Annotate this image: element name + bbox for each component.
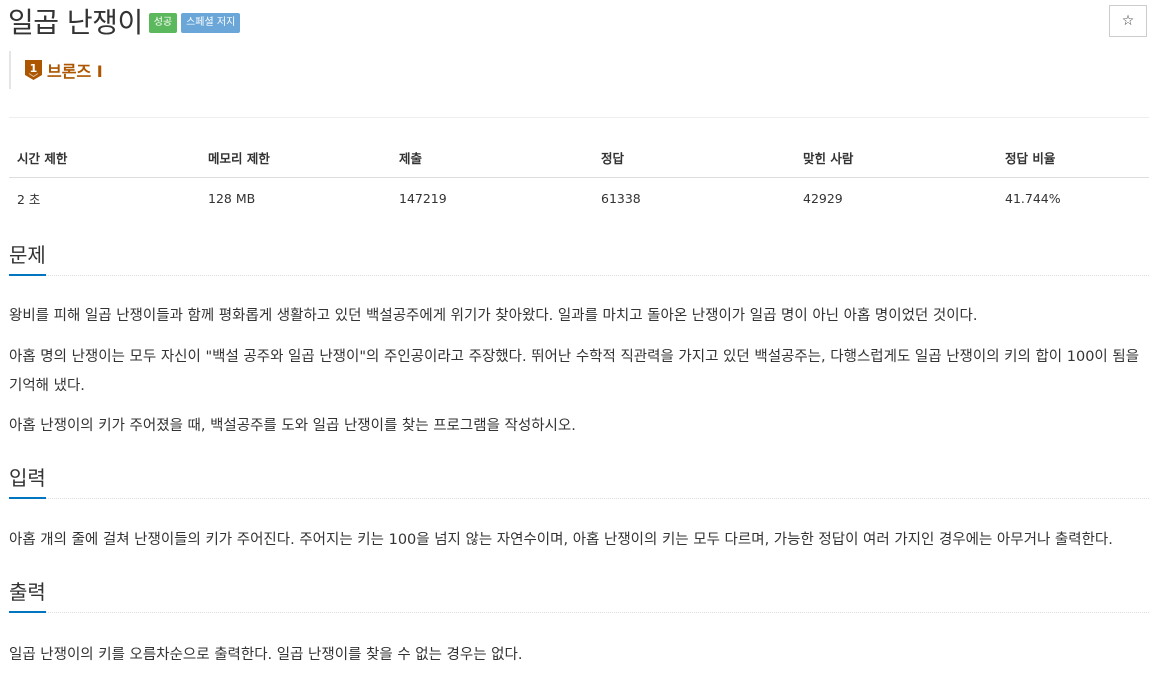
problem-info-table: 시간 제한 메모리 제한 제출 정답 맞힌 사람 정답 비율 2 초 128 M… [9,139,1149,219]
solved-users-value: 42929 [803,191,843,206]
star-icon: ☆ [1121,13,1135,29]
memory-limit-value: 128 MB [208,191,256,206]
section-rule [9,612,1149,613]
header-submissions: 제출 [391,139,593,178]
star-button[interactable]: ☆ [1109,5,1147,37]
page-title: 일곱 난쟁이 [8,6,143,39]
input-heading: 입력 [9,465,46,499]
header-time-limit: 시간 제한 [9,139,200,178]
divider [9,117,1149,118]
description-section-heading: 문제 [9,242,1149,276]
title-row: 일곱 난쟁이 성공 스페셜 저지 [8,4,241,42]
output-section-heading: 출력 [9,579,1149,613]
description-paragraph: 왕비를 피해 일곱 난쟁이들과 함께 평화롭게 생활하고 있던 백설공주에게 위… [9,308,978,324]
output-paragraph: 일곱 난쟁이의 키를 오름차순으로 출력한다. 일곱 난쟁이를 찾을 수 없는 … [9,647,523,663]
submissions-value: 147219 [399,191,447,206]
bronze-tier-icon: 1 [25,60,42,80]
special-judge-badge: 스페셜 저지 [181,13,241,33]
tier-level-text: 1 [30,62,38,75]
accept-ratio-value: 41.744% [1005,191,1061,206]
table-header-row: 시간 제한 메모리 제한 제출 정답 맞힌 사람 정답 비율 [9,139,1149,178]
accepted-value: 61338 [601,191,641,206]
success-badge: 성공 [148,13,178,33]
input-section-heading: 입력 [9,465,1149,499]
section-rule [9,498,1149,499]
output-heading: 출력 [9,579,46,613]
description-paragraph: 아홉 난쟁이의 키가 주어졌을 때, 백설공주를 도와 일곱 난쟁이를 찾는 프… [9,418,576,434]
header-solved-users: 맞힌 사람 [795,139,997,178]
time-limit-value: 2 초 [17,192,41,207]
table-row: 2 초 128 MB 147219 61338 42929 41.744% [9,178,1149,220]
header-accept-ratio: 정답 비율 [997,139,1149,178]
header-accepted: 정답 [593,139,795,178]
tier-label: 브론즈 I [47,62,103,81]
tier-badge: 1 브론즈 I [9,51,103,89]
description-paragraph: 아홉 명의 난쟁이는 모두 자신이 "백설 공주와 일곱 난쟁이"의 주인공이라… [9,349,1140,394]
description-heading: 문제 [9,242,46,276]
section-rule [9,275,1149,276]
input-paragraph: 아홉 개의 줄에 걸쳐 난쟁이들의 키가 주어진다. 주어지는 키는 100을 … [9,532,1113,548]
header-memory-limit: 메모리 제한 [200,139,391,178]
